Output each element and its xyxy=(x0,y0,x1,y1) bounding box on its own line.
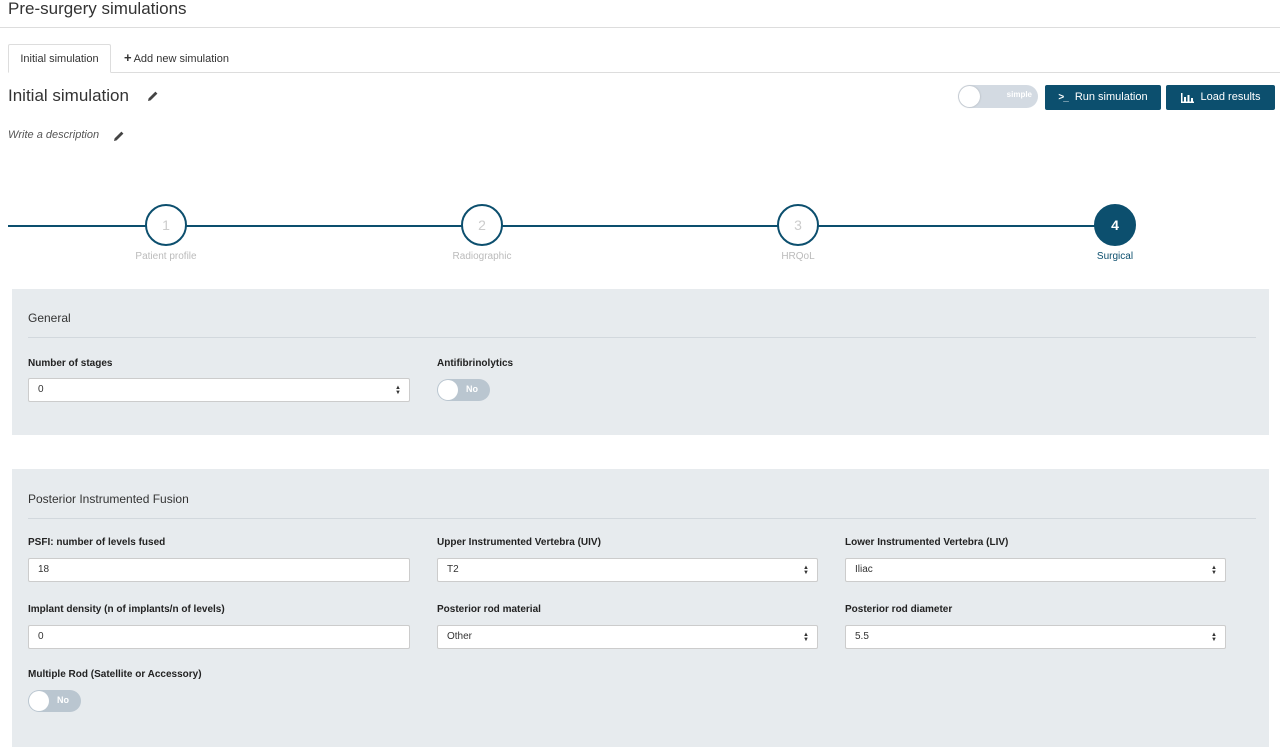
description-placeholder: Write a description xyxy=(8,129,100,141)
uiv-select[interactable]: T2 ▲ ▼ xyxy=(437,558,818,582)
simulation-title-text: Initial simulation xyxy=(8,86,129,105)
step-number: 1 xyxy=(145,204,187,246)
general-panel: General Number of stages 0 ▲ ▼ Antifibrin… xyxy=(12,289,1269,435)
panel-divider xyxy=(28,337,1256,338)
run-simulation-button[interactable]: >_ Run simulation xyxy=(1045,85,1161,110)
toggle-knob xyxy=(438,380,458,400)
bar-chart-icon xyxy=(1180,92,1194,103)
multiple-rod-label: Multiple Rod (Satellite or Accessory) xyxy=(28,669,202,680)
input-value: 18 xyxy=(38,564,50,575)
panel-divider xyxy=(28,518,1256,519)
select-value: T2 xyxy=(447,564,459,575)
step-number: 3 xyxy=(777,204,819,246)
posterior-fusion-panel: Posterior Instrumented Fusion PSFI: numb… xyxy=(12,469,1269,747)
panel-title: Posterior Instrumented Fusion xyxy=(28,492,189,506)
title-divider xyxy=(0,27,1280,28)
select-value: Iliac xyxy=(855,564,873,575)
number-of-stages-select[interactable]: 0 ▲ ▼ xyxy=(28,378,410,402)
toggle-label: No xyxy=(466,384,478,394)
levels-fused-label: PSFI: number of levels fused xyxy=(28,537,166,548)
step-surgical[interactable]: 4 Surgical xyxy=(1015,204,1215,264)
terminal-icon: >_ xyxy=(1058,92,1068,103)
uiv-label: Upper Instrumented Vertebra (UIV) xyxy=(437,537,601,548)
input-value: 0 xyxy=(38,631,44,642)
edit-title-pencil-icon[interactable] xyxy=(147,90,159,102)
sort-caret-icon: ▲ ▼ xyxy=(1211,565,1217,576)
simple-mode-label: simple xyxy=(1006,90,1032,99)
sort-caret-icon: ▲ ▼ xyxy=(803,632,809,643)
step-label: Surgical xyxy=(1096,251,1134,262)
levels-fused-input[interactable]: 18 xyxy=(28,558,410,582)
multiple-rod-toggle[interactable]: No xyxy=(28,690,81,712)
simulation-description[interactable]: Write a description xyxy=(8,129,124,141)
sort-caret-icon: ▲ ▼ xyxy=(395,385,401,396)
liv-label: Lower Instrumented Vertebra (LIV) xyxy=(845,537,1009,548)
implant-density-input[interactable]: 0 xyxy=(28,625,410,649)
plus-icon: + xyxy=(124,50,132,65)
select-value: Other xyxy=(447,631,473,642)
number-of-stages-label: Number of stages xyxy=(28,358,113,369)
step-radiographic[interactable]: 2 Radiographic xyxy=(382,204,582,264)
step-label: Radiographic xyxy=(452,251,512,262)
panel-title: General xyxy=(28,311,71,325)
tab-initial-simulation[interactable]: Initial simulation xyxy=(8,44,111,73)
rod-material-select[interactable]: Other ▲ ▼ xyxy=(437,625,818,649)
add-simulation-label: Add new simulation xyxy=(133,53,229,65)
step-patient-profile[interactable]: 1 Patient profile xyxy=(66,204,266,264)
toggle-knob xyxy=(29,691,49,711)
antifibrinolytics-toggle[interactable]: No xyxy=(437,379,490,401)
step-progress: 1 Patient profile 2 Radiographic 3 HRQoL… xyxy=(8,196,1280,266)
rod-material-label: Posterior rod material xyxy=(437,604,541,615)
implant-density-label: Implant density (n of implants/n of leve… xyxy=(28,604,225,615)
step-number: 4 xyxy=(1094,204,1136,246)
liv-select[interactable]: Iliac ▲ ▼ xyxy=(845,558,1226,582)
select-value: 5.5 xyxy=(855,631,869,642)
antifibrinolytics-label: Antifibrinolytics xyxy=(437,358,514,369)
step-label: Patient profile xyxy=(135,251,197,262)
sort-caret-icon: ▲ ▼ xyxy=(1211,632,1217,643)
step-hrqol[interactable]: 3 HRQoL xyxy=(698,204,898,264)
select-value: 0 xyxy=(38,384,44,395)
step-label: HRQoL xyxy=(781,251,815,262)
edit-description-pencil-icon[interactable] xyxy=(113,130,124,141)
simulation-tabs: Initial simulation + Add new simulation xyxy=(8,44,1280,73)
load-results-button[interactable]: Load results xyxy=(1166,85,1275,110)
toggle-knob xyxy=(959,86,980,107)
rod-diameter-label: Posterior rod diameter xyxy=(845,604,953,615)
toggle-label: No xyxy=(57,695,69,705)
simulation-title: Initial simulation xyxy=(8,86,159,106)
run-simulation-label: Run simulation xyxy=(1074,91,1148,103)
load-results-label: Load results xyxy=(1200,91,1261,103)
add-simulation-tab[interactable]: + Add new simulation xyxy=(124,44,229,73)
sort-caret-icon: ▲ ▼ xyxy=(803,565,809,576)
simple-mode-toggle[interactable]: simple xyxy=(958,85,1038,108)
rod-diameter-select[interactable]: 5.5 ▲ ▼ xyxy=(845,625,1226,649)
step-number: 2 xyxy=(461,204,503,246)
page-title: Pre-surgery simulations xyxy=(8,0,187,18)
